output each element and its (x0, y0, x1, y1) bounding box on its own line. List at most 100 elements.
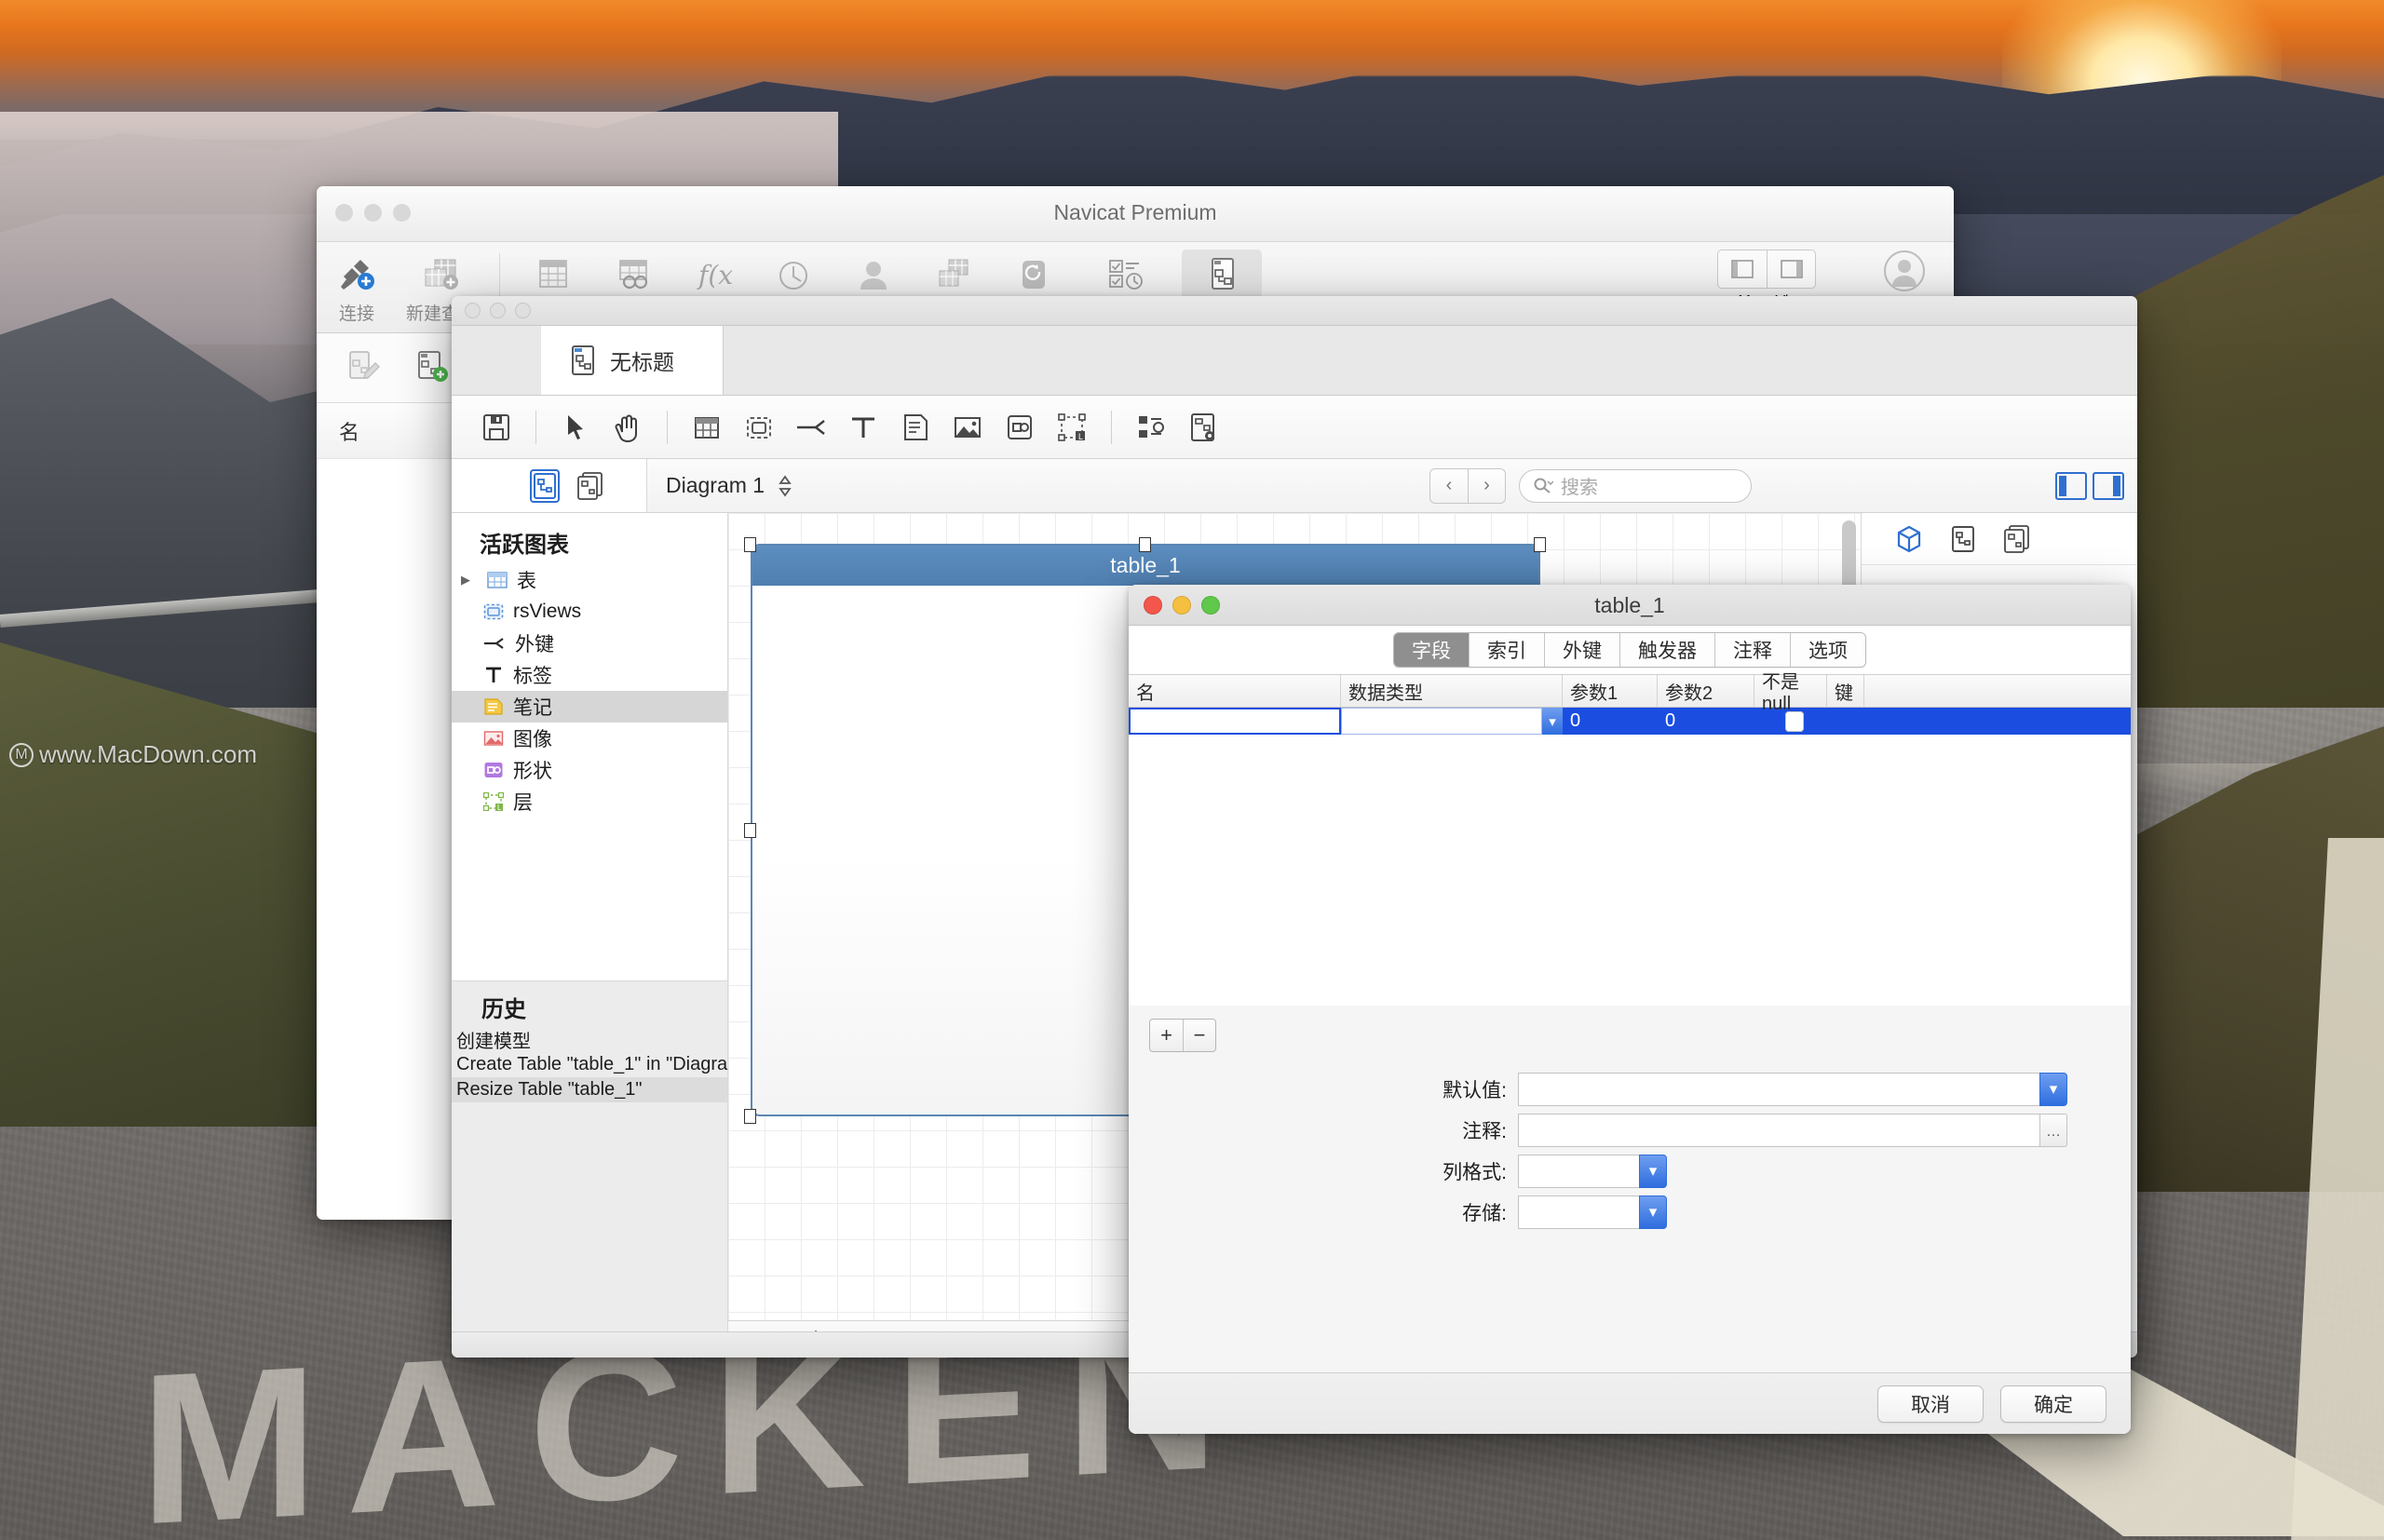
column-format-combo[interactable]: ▾ (1518, 1155, 1667, 1188)
new-table-icon[interactable] (681, 401, 733, 453)
main-window-titlebar[interactable]: Navicat Premium (317, 186, 1954, 242)
shape-icon[interactable] (994, 401, 1046, 453)
chevron-right-icon[interactable]: ▶ (461, 573, 474, 588)
nav-prev-next[interactable]: ‹ › (1429, 468, 1506, 504)
dialog-titlebar[interactable]: table_1 (1129, 585, 2131, 626)
hand-icon[interactable] (602, 401, 654, 453)
tab-options[interactable]: 选项 (1791, 633, 1865, 667)
new-model-icon[interactable] (413, 349, 451, 386)
ok-button[interactable]: 确定 (2000, 1385, 2106, 1423)
tab-comment[interactable]: 注释 (1715, 633, 1791, 667)
label-icon[interactable] (837, 401, 889, 453)
cube-icon[interactable] (1895, 525, 1923, 553)
column-header-param1[interactable]: 参数1 (1563, 675, 1658, 707)
cell-param1[interactable]: 0 (1563, 708, 1658, 735)
tab-indexes[interactable]: 索引 (1470, 633, 1545, 667)
remove-field-button[interactable]: − (1183, 1020, 1215, 1051)
cell-key[interactable] (1827, 708, 1864, 735)
pointer-icon[interactable] (549, 401, 602, 453)
table-row[interactable]: ▾ 0 0 (1129, 708, 2131, 735)
panel-toggle-group[interactable] (2055, 472, 2124, 500)
not-null-checkbox[interactable] (1785, 711, 1804, 732)
field-grid-body[interactable]: ▾ 0 0 (1129, 708, 2131, 1006)
field-datatype-select[interactable]: ▾ (1341, 708, 1563, 735)
field-name-input[interactable] (1129, 708, 1341, 735)
tree-item-rsviews[interactable]: rsViews (452, 596, 727, 628)
toolbar-button-connection[interactable]: 连接 (317, 250, 397, 327)
tree-item-labels[interactable]: 标签 (452, 659, 727, 691)
diagram-selector[interactable]: Diagram 1 (647, 473, 1429, 498)
image-icon[interactable] (941, 401, 994, 453)
diagram-icon[interactable] (1951, 525, 1975, 553)
auto-layout-icon[interactable] (1125, 401, 1177, 453)
tab-fields[interactable]: 字段 (1394, 633, 1470, 667)
save-icon[interactable] (470, 401, 522, 453)
column-header-name[interactable]: 名 (1129, 675, 1341, 707)
column-header-key[interactable]: 键 (1827, 675, 1864, 707)
tree-item-layers[interactable]: L 层 (452, 786, 727, 817)
diagrams-icon[interactable] (576, 471, 604, 501)
resize-handle-nw[interactable] (744, 537, 756, 552)
ellipsis-icon[interactable]: … (2039, 1114, 2067, 1147)
avatar[interactable] (1883, 250, 1926, 292)
new-view-icon[interactable] (733, 401, 785, 453)
tree-item-foreign-keys[interactable]: 外键 (452, 628, 727, 659)
history-item[interactable]: 创建模型 (452, 1027, 727, 1052)
sidebar-left-toggle-icon[interactable] (1718, 250, 1767, 288)
comment-input[interactable] (1518, 1114, 2039, 1147)
rsmenuview-toggle[interactable] (1717, 250, 1816, 289)
tree-item-shapes[interactable]: 形状 (452, 754, 727, 786)
resize-handle-sw[interactable] (744, 1109, 756, 1124)
cell-param2[interactable]: 0 (1658, 708, 1754, 735)
options-icon[interactable] (1177, 401, 1229, 453)
note-icon[interactable] (889, 401, 941, 453)
edit-model-icon[interactable] (345, 349, 382, 386)
nav-prev-button[interactable]: ‹ (1430, 469, 1468, 503)
tree-item-notes[interactable]: 笔记 (452, 691, 727, 723)
default-value-input[interactable] (1518, 1073, 2039, 1106)
tab-triggers[interactable]: 触发器 (1620, 633, 1715, 667)
foreign-key-icon[interactable] (785, 401, 837, 453)
resize-handle-w[interactable] (744, 823, 756, 838)
maximize-button[interactable] (515, 303, 531, 318)
tree-item-images[interactable]: 图像 (452, 723, 727, 754)
diagram-icon[interactable] (530, 469, 560, 503)
default-value-combo[interactable]: ▾ (1518, 1073, 2067, 1106)
column-header-not-null[interactable]: 不是 null (1754, 675, 1827, 707)
column-format-input[interactable] (1518, 1155, 1639, 1188)
chevron-down-icon[interactable]: ▾ (2039, 1073, 2067, 1106)
chevron-down-icon[interactable]: ▾ (1639, 1196, 1667, 1229)
tab-foreign-keys[interactable]: 外键 (1545, 633, 1620, 667)
right-panel-toggle-icon[interactable] (2093, 472, 2124, 500)
minimize-button[interactable] (490, 303, 506, 318)
comment-field[interactable]: … (1518, 1114, 2067, 1147)
cell-not-null[interactable] (1754, 708, 1827, 735)
storage-input[interactable] (1518, 1196, 1639, 1229)
cell-datatype[interactable]: ▾ (1341, 708, 1563, 735)
model-window-controls[interactable] (465, 303, 531, 318)
layer-icon[interactable]: L (1046, 401, 1098, 453)
add-field-button[interactable]: + (1150, 1020, 1183, 1051)
storage-combo[interactable]: ▾ (1518, 1196, 1667, 1229)
nav-next-button[interactable]: › (1468, 469, 1505, 503)
tab-untitled-model[interactable]: 无标题 (541, 326, 724, 395)
tree-item-tables[interactable]: ▶ 表 (452, 564, 727, 596)
resize-handle-n[interactable] (1139, 537, 1151, 552)
search-input[interactable]: 搜索 (1519, 469, 1752, 503)
field-datatype-value[interactable] (1341, 708, 1542, 735)
cancel-button[interactable]: 取消 (1877, 1385, 1984, 1423)
cell-name[interactable] (1129, 708, 1341, 735)
chevron-down-icon[interactable]: ▾ (1542, 708, 1563, 735)
column-header-datatype[interactable]: 数据类型 (1341, 675, 1563, 707)
resize-handle-ne[interactable] (1534, 537, 1546, 552)
history-item[interactable]: Resize Table "table_1" (452, 1077, 727, 1102)
history-item[interactable]: Create Table "table_1" in "Diagra... (452, 1052, 727, 1077)
close-button[interactable] (465, 303, 481, 318)
model-window-titlebar[interactable] (452, 296, 2137, 326)
left-panel-toggle-icon[interactable] (2055, 472, 2087, 500)
sidebar-right-toggle-icon[interactable] (1767, 250, 1815, 288)
diagrams-icon[interactable] (2003, 524, 2031, 554)
chevron-down-icon[interactable]: ▾ (1639, 1155, 1667, 1188)
column-header-param2[interactable]: 参数2 (1658, 675, 1754, 707)
stepper-icon[interactable] (778, 474, 792, 498)
